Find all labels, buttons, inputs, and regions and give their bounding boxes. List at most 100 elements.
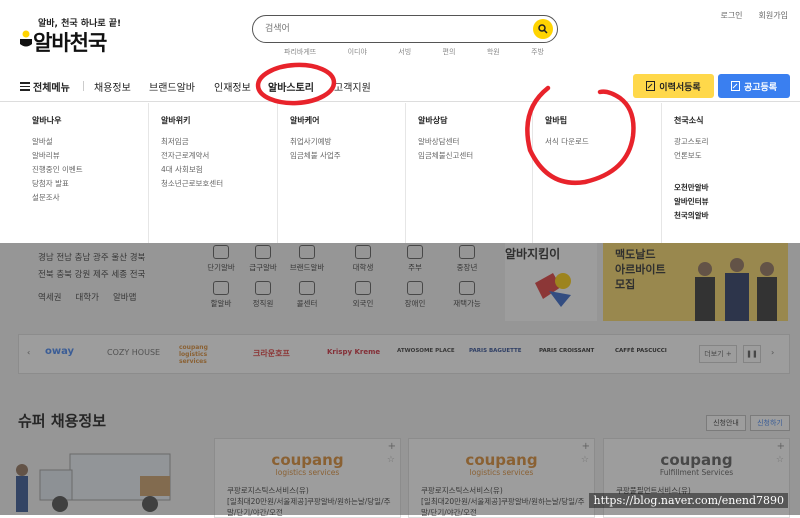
graduation-icon xyxy=(355,245,371,259)
menu-link[interactable]: 취업사기예방 xyxy=(290,135,405,149)
nav-item-support[interactable]: 고객지원 xyxy=(334,79,371,94)
menu-link[interactable]: 최저임금 xyxy=(161,135,277,149)
menu-link[interactable]: 설문조사 xyxy=(32,191,148,205)
brand-logo[interactable]: Krispy Kreme xyxy=(327,348,380,356)
station-link[interactable]: 역세권 xyxy=(38,290,61,307)
brand-logo[interactable]: ATWOSOME PLACE xyxy=(397,348,455,354)
menu-column-albacare: 알바케어 취업사기예방 임금체불 사업주 xyxy=(278,103,406,243)
shortcut-discount[interactable]: 할알바 xyxy=(200,281,242,309)
brand-logo[interactable]: CAFFÈ PASCUCCI xyxy=(615,348,667,354)
pause-button[interactable]: ❚❚ xyxy=(743,345,761,363)
monitor-icon xyxy=(459,281,475,295)
shortcut-brand[interactable]: 브랜드알바 xyxy=(286,245,328,273)
signup-link[interactable]: 회원가입 xyxy=(759,10,788,21)
headset-icon xyxy=(299,281,315,295)
shortcut-short-term[interactable]: 단기알바 xyxy=(200,245,242,273)
keyword-link[interactable]: 주방 xyxy=(531,47,544,57)
shortcut-housewife[interactable]: 주부 xyxy=(394,245,436,273)
menu-column-title: 알바위키 xyxy=(161,116,191,125)
company-logo-sub: logistics services xyxy=(275,468,340,477)
menu-link[interactable]: 당첨자 발표 xyxy=(32,177,148,191)
apply-guide-button[interactable]: 신청안내 xyxy=(706,415,746,431)
company-logo-sub: Fulfillment Services xyxy=(659,468,734,477)
staff-photo xyxy=(695,258,777,321)
shortcut-urgent[interactable]: 급구알바 xyxy=(242,245,284,273)
shortcut-callcenter[interactable]: 콜센터 xyxy=(286,281,328,309)
keyword-link[interactable]: 서빙 xyxy=(398,47,411,57)
job-card[interactable]: + ☆ coupang logistics services 쿠팡로지스틱스서비… xyxy=(408,438,595,518)
apply-button[interactable]: 신청하기 xyxy=(750,415,790,431)
brand-logo[interactable]: oway xyxy=(45,346,74,357)
region-row[interactable]: 경남 전남 충남 광주 울산 경북 xyxy=(38,250,145,267)
company-logo: coupang xyxy=(465,451,538,469)
login-link[interactable]: 로그인 xyxy=(720,10,742,21)
shortcut-foreigner[interactable]: 외국인 xyxy=(342,281,384,309)
region-list: 경남 전남 충남 광주 울산 경북 전북 충북 강원 제주 세종 전국 역세권 … xyxy=(38,250,145,307)
auth-links: 로그인 회원가입 xyxy=(720,10,788,21)
menu-icon[interactable] xyxy=(20,82,30,91)
resume-register-button[interactable]: 이력서등록 xyxy=(633,74,714,98)
keyword-link[interactable]: 이디야 xyxy=(348,47,367,57)
menu-column-tips: 알바팁 서식 다운로드 xyxy=(533,103,662,243)
shortcut-student[interactable]: 대학생 xyxy=(342,245,384,273)
mcdonalds-banner[interactable]: 맥도날드 아르바이트 모집 xyxy=(603,243,788,321)
menu-link-form-download[interactable]: 서식 다운로드 xyxy=(545,135,661,149)
nav-item-story[interactable]: 알바스토리 xyxy=(268,79,314,94)
promo-banner[interactable]: 알바지킴이 xyxy=(505,243,597,321)
nav-item-brand[interactable]: 브랜드알바 xyxy=(149,79,195,94)
nav-item-jobs[interactable]: 채용정보 xyxy=(94,79,131,94)
menu-link[interactable]: 언론보도 xyxy=(674,149,790,163)
brand-logo[interactable]: COZY HOUSE xyxy=(107,348,160,357)
carousel-next-icon[interactable]: › xyxy=(771,348,774,357)
keyword-link[interactable]: 편의 xyxy=(443,47,456,57)
menu-link[interactable]: 알바상담센터 xyxy=(418,135,532,149)
search-input[interactable] xyxy=(265,21,515,37)
company-logo-sub: logistics services xyxy=(469,468,534,477)
carousel-prev-icon[interactable]: ‹ xyxy=(27,348,30,357)
brand-carousel: ‹ oway COZY HOUSE coupang logistics serv… xyxy=(18,334,790,374)
menu-link[interactable]: 광고스토리 xyxy=(674,135,790,149)
menu-link[interactable]: 진행중인 이벤트 xyxy=(32,163,148,177)
nav-item-talent[interactable]: 인재정보 xyxy=(214,79,251,94)
brand-logo[interactable]: 크라운호프 xyxy=(253,348,290,359)
menu-column-title: 알바나우 xyxy=(32,116,62,125)
menu-link[interactable]: 알바인터뷰 xyxy=(674,195,790,209)
shortcut-remote[interactable]: 재택가능 xyxy=(446,281,488,309)
globe-icon xyxy=(355,281,371,295)
company-name: 쿠팡로지스틱스서비스(유) xyxy=(421,486,503,495)
region-row[interactable]: 전북 충북 강원 제주 세종 전국 xyxy=(38,267,145,284)
job-post-button[interactable]: 공고등록 xyxy=(718,74,790,98)
menu-column-albawiki: 알바위키 최저임금 전자근로계약서 4대 사회보험 청소년근로보호센터 xyxy=(149,103,278,243)
company-logo: coupang xyxy=(660,451,733,469)
menu-link[interactable]: 오천만알바 xyxy=(674,181,790,195)
menu-link[interactable]: 임금체불 사업주 xyxy=(290,149,405,163)
menu-column-albanow: 알바나우 알바설 알바리뷰 진행중인 이벤트 당첨자 발표 설문조사 xyxy=(20,103,149,243)
shortcut-disabled[interactable]: 장애인 xyxy=(394,281,436,309)
menu-link[interactable]: 청소년근로보호센터 xyxy=(161,177,277,191)
nav-all-menu[interactable]: 전체메뉴 xyxy=(33,79,70,94)
menu-link[interactable]: 알바설 xyxy=(32,135,148,149)
keyword-link[interactable]: 파리바게뜨 xyxy=(284,47,316,57)
document-edit-icon xyxy=(646,81,656,91)
menu-link[interactable]: 임금체불신고센터 xyxy=(418,149,532,163)
search-box xyxy=(252,15,558,43)
promo-title: 알바지킴이 xyxy=(505,247,561,261)
menu-link[interactable]: 알바리뷰 xyxy=(32,149,148,163)
brand-logo[interactable]: PARIS CROISSANT xyxy=(539,348,594,354)
menu-link[interactable]: 천국의알바 xyxy=(674,209,790,223)
brand-logo[interactable]: PARIS BAGUETTE xyxy=(469,348,522,354)
brand-logo[interactable]: coupang logistics services xyxy=(179,344,229,365)
menu-column-consult: 알바상담 알바상담센터 임금체불신고센터 xyxy=(406,103,533,243)
more-brands-button[interactable]: 더보기 + xyxy=(699,345,737,363)
shortcut-middle-aged[interactable]: 중장년 xyxy=(446,245,488,273)
logo[interactable]: 알바천국 xyxy=(33,27,107,57)
person-icon xyxy=(459,245,475,259)
map-link[interactable]: 알바맵 xyxy=(113,290,136,307)
shortcut-fulltime[interactable]: 정직원 xyxy=(242,281,284,309)
job-card[interactable]: + ☆ coupang logistics services 쿠팡로지스틱스서비… xyxy=(214,438,401,518)
keyword-link[interactable]: 학원 xyxy=(487,47,500,57)
search-button[interactable] xyxy=(533,19,553,39)
menu-link[interactable]: 4대 사회보험 xyxy=(161,163,277,177)
menu-link[interactable]: 전자근로계약서 xyxy=(161,149,277,163)
campus-link[interactable]: 대학가 xyxy=(75,290,98,307)
